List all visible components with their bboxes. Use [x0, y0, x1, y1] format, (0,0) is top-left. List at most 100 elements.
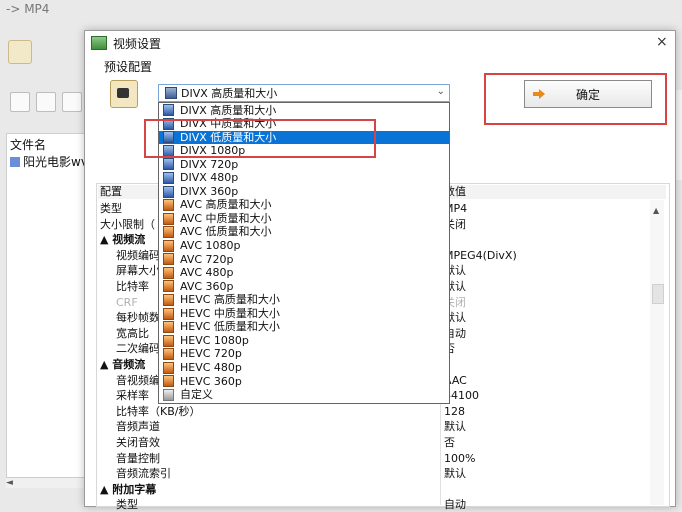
- property-row[interactable]: ▲ 附加字幕: [98, 483, 666, 497]
- format-icon: [163, 280, 174, 293]
- property-value[interactable]: 默认: [444, 264, 654, 278]
- dropdown-option[interactable]: HEVC 480p: [159, 361, 449, 375]
- property-key: 类型: [100, 202, 122, 215]
- add-file-icon[interactable]: [10, 92, 30, 112]
- file-list-item[interactable]: 阳光电影wv: [10, 153, 88, 170]
- file-list[interactable]: [6, 133, 88, 487]
- property-key: ▲ 附加字幕: [100, 482, 157, 496]
- dropdown-option-label: AVC 480p: [180, 266, 234, 280]
- dropdown-option-label: HEVC 中质量和大小: [180, 306, 280, 320]
- dropdown-option-label: HEVC 1080p: [180, 333, 249, 347]
- property-row[interactable]: 比特率（KB/秒） 128: [98, 405, 666, 419]
- dialog-icon: [91, 36, 107, 50]
- dropdown-option[interactable]: AVC 480p: [159, 266, 449, 280]
- property-value[interactable]: 否: [444, 342, 654, 356]
- property-key: 音频流索引: [116, 467, 171, 481]
- property-key: 视频编码: [116, 248, 160, 262]
- dropdown-option[interactable]: AVC 360p: [159, 280, 449, 294]
- format-icon: [163, 104, 174, 117]
- property-value[interactable]: 自动: [444, 327, 654, 341]
- dropdown-option[interactable]: DIVX 480p: [159, 171, 449, 185]
- format-icon: [163, 307, 174, 320]
- dropdown-option-label: HEVC 480p: [180, 360, 242, 374]
- dropdown-option-label: HEVC 低质量和大小: [180, 320, 280, 334]
- property-value[interactable]: 128: [444, 405, 654, 419]
- app-logo-icon: [8, 40, 32, 64]
- dropdown-option[interactable]: HEVC 高质量和大小: [159, 293, 449, 307]
- format-icon: [163, 158, 174, 171]
- format-icon: [163, 172, 174, 185]
- format-icon: [163, 212, 174, 225]
- dropdown-option[interactable]: 自定义: [159, 388, 449, 402]
- property-key: 类型: [116, 498, 138, 512]
- format-icon: [163, 334, 174, 347]
- scroll-up-icon[interactable]: ▲: [653, 206, 659, 215]
- property-key: ▲ 视频流: [100, 233, 146, 247]
- property-value[interactable]: MP4: [444, 202, 654, 216]
- property-key: 关闭音效: [116, 436, 160, 449]
- annotation-box-ok: [484, 73, 667, 125]
- dropdown-option-label: HEVC 360p: [180, 374, 242, 388]
- property-key: 二次编码: [116, 342, 160, 356]
- dropdown-option[interactable]: DIVX 360p: [159, 185, 449, 199]
- format-icon: [163, 361, 174, 374]
- preset-label: 预设配置: [104, 60, 153, 74]
- grid-scrollbar[interactable]: ▲: [650, 200, 664, 505]
- play-icon[interactable]: [62, 92, 82, 112]
- property-row[interactable]: 音频流索引 默认: [98, 467, 666, 481]
- property-key: 比特率: [116, 280, 149, 293]
- property-key: 宽高比: [116, 326, 149, 340]
- dropdown-option-label: AVC 720p: [180, 252, 234, 266]
- property-value[interactable]: 关闭: [444, 218, 654, 232]
- dropdown-option[interactable]: AVC 中质量和大小: [159, 212, 449, 226]
- format-icon: [163, 375, 174, 388]
- property-value[interactable]: 44100: [444, 389, 654, 403]
- scroll-thumb[interactable]: [652, 284, 664, 304]
- property-value[interactable]: 默认: [444, 467, 654, 481]
- dropdown-option[interactable]: DIVX 高质量和大小: [159, 104, 449, 118]
- dropdown-option[interactable]: HEVC 1080p: [159, 334, 449, 348]
- chevron-down-icon[interactable]: ⌄: [437, 86, 445, 97]
- dropdown-option[interactable]: AVC 1080p: [159, 239, 449, 253]
- property-value[interactable]: MPEG4(DivX): [444, 249, 654, 263]
- property-row[interactable]: 关闭音效 否: [98, 436, 666, 450]
- format-icon: [163, 199, 174, 212]
- preset-dropdown[interactable]: DIVX 高质量和大小 ⌄: [158, 84, 450, 102]
- dropdown-option-label: DIVX 480p: [180, 171, 239, 185]
- dropdown-option[interactable]: AVC 高质量和大小: [159, 198, 449, 212]
- property-value[interactable]: 自动: [444, 498, 654, 512]
- dropdown-option[interactable]: HEVC 低质量和大小: [159, 320, 449, 334]
- property-row[interactable]: 音频声道 默认: [98, 420, 666, 434]
- annotation-box-selection: [144, 119, 376, 158]
- dropdown-option-label: AVC 低质量和大小: [180, 225, 272, 239]
- format-icon: [163, 253, 174, 266]
- scroll-left-arrow-icon[interactable]: ◄: [6, 478, 13, 488]
- dropdown-option[interactable]: DIVX 720p: [159, 158, 449, 172]
- property-value[interactable]: 默认: [444, 420, 654, 434]
- property-value[interactable]: 默认: [444, 311, 654, 325]
- video-format-icon: [165, 87, 177, 99]
- dropdown-option[interactable]: AVC 720p: [159, 253, 449, 267]
- dropdown-option-label: DIVX 高质量和大小: [180, 103, 277, 117]
- property-value[interactable]: 关闭: [444, 296, 654, 310]
- format-icon: [163, 185, 174, 198]
- remove-file-icon[interactable]: [36, 92, 56, 112]
- horizontal-scrollbar[interactable]: ◄: [6, 477, 86, 488]
- property-value[interactable]: 100%: [444, 452, 654, 466]
- property-value[interactable]: 否: [444, 436, 654, 450]
- property-value[interactable]: AAC: [444, 374, 654, 388]
- dropdown-option-label: AVC 中质量和大小: [180, 211, 272, 225]
- property-row[interactable]: 音量控制 100%: [98, 452, 666, 466]
- close-icon[interactable]: ×: [656, 34, 668, 50]
- format-icon: [163, 388, 174, 401]
- property-key: CRF: [116, 295, 138, 309]
- property-value[interactable]: 默认: [444, 280, 654, 294]
- dropdown-option[interactable]: AVC 低质量和大小: [159, 225, 449, 239]
- dropdown-option[interactable]: HEVC 360p: [159, 375, 449, 389]
- file-list-header: 文件名: [10, 138, 47, 152]
- format-icon: [163, 321, 174, 334]
- dropdown-option[interactable]: HEVC 720p: [159, 347, 449, 361]
- app-title: -> MP4: [6, 2, 50, 16]
- property-row[interactable]: 类型 自动: [98, 498, 666, 512]
- dropdown-option[interactable]: HEVC 中质量和大小: [159, 307, 449, 321]
